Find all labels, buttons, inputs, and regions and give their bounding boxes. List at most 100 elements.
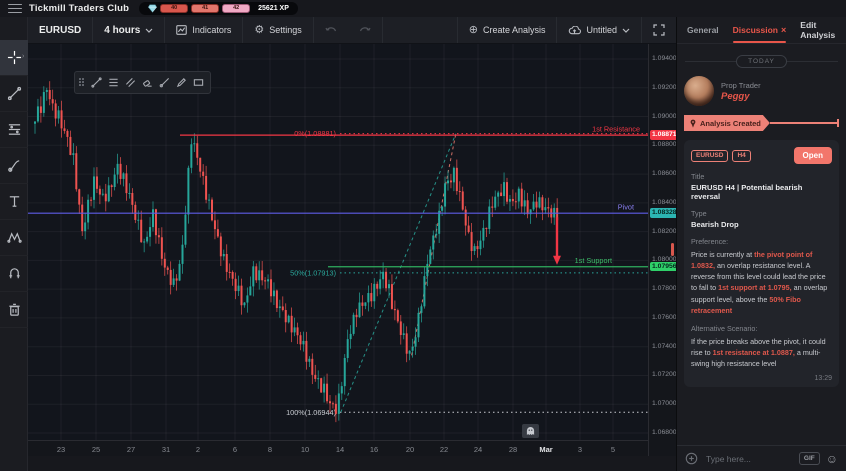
gem-icon	[148, 4, 158, 13]
price-tick: 1.07200	[652, 371, 677, 379]
preference-label: Preference:	[691, 237, 729, 246]
tool-trend-line[interactable]	[0, 76, 28, 112]
undo-button[interactable]	[314, 17, 348, 43]
close-tab-icon[interactable]: ×	[781, 25, 786, 35]
level-pill: 42	[222, 4, 251, 13]
tool-pattern[interactable]	[0, 220, 28, 256]
timeframe-dropdown[interactable]: 4 hours	[93, 17, 166, 43]
attach-icon[interactable]	[685, 452, 698, 465]
timeframe-label: 4 hours	[104, 24, 141, 36]
draw-channel[interactable]	[123, 75, 138, 90]
price-tick: 1.09000	[652, 112, 677, 120]
app-title: Tickmill Traders Club	[29, 3, 130, 14]
cloud-upload-icon	[569, 25, 582, 34]
time-tick: 8	[267, 445, 273, 454]
tab-discussion[interactable]: Discussion ×	[732, 17, 786, 43]
tool-delete[interactable]	[0, 292, 28, 328]
open-analysis-button[interactable]: Open	[793, 147, 832, 164]
save-layout-dropdown[interactable]: Untitled	[556, 17, 641, 43]
symbol-badge: EURUSD	[691, 149, 729, 162]
price-tick: 1.08200	[652, 227, 677, 235]
tool-fib-retracement[interactable]	[0, 112, 28, 148]
time-tick: 22	[439, 445, 449, 454]
draw-ray[interactable]	[157, 75, 172, 90]
hidden-drawing-marker[interactable]	[522, 424, 539, 438]
pencil-icon	[176, 78, 186, 88]
avatar[interactable]	[684, 76, 714, 106]
panel-tabs: General Discussion × Edit Analysis	[677, 17, 846, 44]
undo-icon	[325, 26, 336, 31]
tool-text[interactable]	[0, 184, 28, 220]
time-tick: 6	[232, 445, 238, 454]
create-analysis-label: Create Analysis	[482, 25, 546, 35]
settings-button[interactable]: ⚙ Settings	[243, 17, 314, 43]
alt-scenario-label: Alternative Scenario:	[691, 323, 758, 333]
fullscreen-button[interactable]	[641, 17, 676, 43]
price-tick: 1.07600	[652, 313, 677, 321]
pin-icon	[689, 119, 697, 128]
price-tick: 1.07000	[652, 400, 677, 408]
draw-rectangle[interactable]	[191, 75, 206, 90]
drag-handle-icon[interactable]	[79, 78, 85, 87]
draw-pencil[interactable]	[174, 75, 189, 90]
indicators-button[interactable]: Indicators	[165, 17, 244, 43]
tool-brush[interactable]	[0, 148, 28, 184]
tool-magnet[interactable]	[0, 256, 28, 292]
fib-retracement-icon	[109, 78, 118, 87]
magnet-icon	[8, 268, 20, 279]
draw-trend-line[interactable]	[89, 75, 104, 90]
tab-edit-analysis[interactable]: Edit Analysis	[800, 17, 836, 43]
draw-eraser[interactable]	[140, 75, 155, 90]
analysis-type: Bearish Drop	[691, 220, 739, 229]
create-analysis-button[interactable]: ⊕ Create Analysis	[456, 17, 557, 43]
message-input[interactable]	[704, 452, 793, 465]
message-timestamp: 13:29	[814, 375, 832, 383]
redo-button[interactable]	[348, 17, 383, 43]
time-tick: 14	[335, 445, 345, 454]
price-tick: 1.09400	[652, 55, 677, 62]
chart-area[interactable]: 0%(1.08881) 50%(1.07913) 100%(1.06944) 1st …	[28, 44, 679, 471]
svg-text:100%(1.06944): 100%(1.06944)	[286, 408, 336, 417]
chevron-right-icon: ›	[22, 53, 25, 60]
tab-discussion-label: Discussion	[732, 25, 779, 35]
candlestick-chart[interactable]: 0%(1.08881) 50%(1.07913) 100%(1.06944) 1st …	[28, 44, 648, 440]
time-tick: 10	[300, 445, 310, 454]
drawing-sidebar: ›	[0, 17, 28, 471]
time-axis[interactable]: 23 25 27 31 2 6 8 10 14 16 20 22 24 28 Mar 3 5	[28, 440, 648, 457]
date-divider-label: TODAY	[736, 54, 787, 68]
price-axis[interactable]: 1.09400 1.09200 1.09000 1.08800 1.08600 1.084…	[648, 44, 679, 471]
panel-scrollbar-thumb[interactable]	[671, 243, 674, 256]
type-label: Type	[691, 209, 707, 218]
author-role: Prop Trader	[721, 80, 761, 90]
symbol-button[interactable]: EURUSD	[28, 17, 94, 43]
indicators-icon	[176, 25, 188, 35]
time-tick: 25	[91, 445, 101, 454]
price-level-chip: 1.07956	[650, 261, 679, 272]
tool-crosshair[interactable]: ›	[0, 40, 28, 76]
menu-icon[interactable]	[8, 3, 22, 14]
title-label: Title	[691, 172, 705, 181]
eraser-icon	[143, 80, 152, 87]
chart-toolbar: EURUSD 4 hours Indicators ⚙ Settings ⊕ C…	[28, 17, 676, 44]
svg-text:1st Support: 1st Support	[575, 256, 612, 265]
price-tick: 1.07400	[652, 342, 677, 350]
xp-progress-group: 40 41 42 25621 XP	[139, 2, 298, 15]
time-tick: 28	[508, 445, 518, 454]
timeframe-badge: H4	[732, 149, 751, 162]
emoji-icon[interactable]: ☺	[826, 453, 838, 465]
discussion-panel: General Discussion × Edit Analysis TODAY…	[676, 17, 846, 471]
chevron-down-icon	[145, 28, 153, 33]
price-tick: 1.06800	[652, 429, 677, 436]
chat-message: Prop Trader Peggy Analysis Created EURUS…	[677, 72, 846, 388]
gif-button[interactable]: GIF	[798, 452, 820, 465]
price-tick: 1.08600	[652, 170, 677, 178]
time-tick: 23	[56, 445, 66, 454]
indicators-label: Indicators	[192, 25, 232, 35]
level-pill: 41	[191, 4, 220, 13]
draw-fib[interactable]	[106, 75, 121, 90]
author-name-link[interactable]: Peggy	[721, 91, 761, 102]
tab-general[interactable]: General	[687, 17, 719, 43]
price-tick: 1.09200	[652, 83, 677, 91]
time-tick: 16	[369, 445, 379, 454]
